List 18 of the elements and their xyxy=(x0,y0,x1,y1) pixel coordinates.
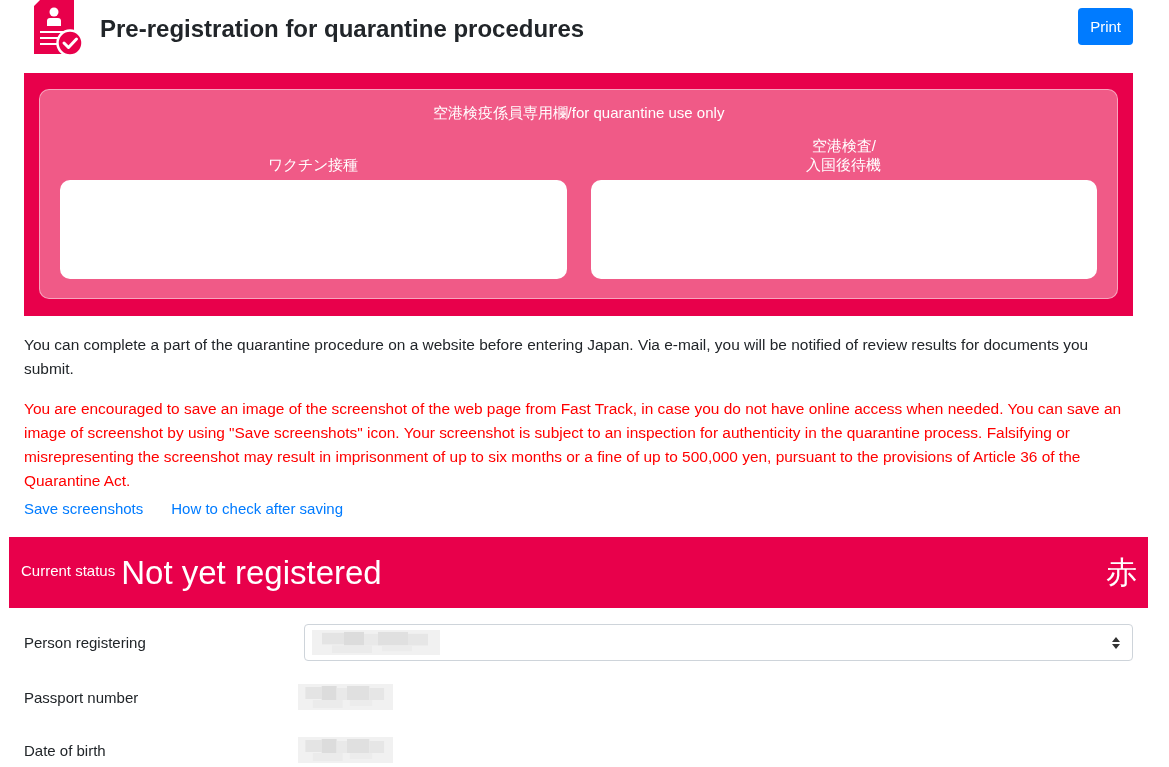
print-button[interactable]: Print xyxy=(1078,8,1133,45)
form-label: Person registering xyxy=(24,634,147,651)
page-link[interactable]: How to check after saving xyxy=(171,497,343,521)
page-title: Pre-registration for quarantine procedures xyxy=(100,14,586,44)
up-down-caret-icon xyxy=(1112,636,1120,649)
field-label: 空港検査/ 入国後待機 xyxy=(806,136,882,174)
panel-title: 空港検疫係員専用欄/for quarantine use only xyxy=(431,103,726,123)
status-code: 赤 xyxy=(1106,553,1137,592)
intro-text: You can complete a part of the quarantine procedure on a website before entering Japan. Via e-mail, you will be notified of review results for documents you submit. xyxy=(24,335,1090,379)
status-value: Not yet registered xyxy=(121,553,383,592)
warning-text: You are encouraged to save an image of the screenshot of the web page from Fast Track, in case you do not have online access when needed. You can save an image of screenshot by using "Save screenshots" icon. Your screenshot is subject to an inspection for authenticity in the quarantine process. Falsifying or misrepresenting the screenshot may result in imprisonment of up to six months or a fine of up to 500,000 yen, pursuant to the provisions of Article 36 of the Quarantine Act. xyxy=(24,399,1123,491)
dropdown-select[interactable] xyxy=(304,624,1133,661)
form-label: Passport number xyxy=(24,688,140,706)
field-label: ワクチン接種 xyxy=(268,155,359,174)
form-label: Date of birth xyxy=(24,741,107,759)
document-check-icon xyxy=(32,0,84,57)
page-link[interactable]: Save screenshots xyxy=(24,497,144,521)
status-label: Current status xyxy=(21,562,116,579)
